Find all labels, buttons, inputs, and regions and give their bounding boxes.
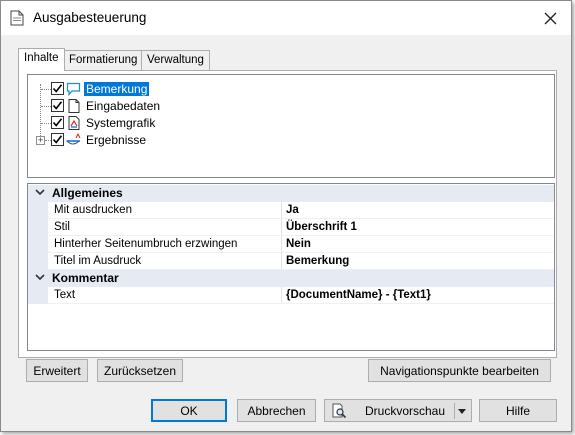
checkbox-bemerkung[interactable]	[51, 82, 64, 95]
tab-verwaltung[interactable]: Verwaltung	[141, 50, 210, 70]
checkmark-icon	[52, 135, 63, 144]
property-name: Titel im Ausdruck	[48, 253, 282, 270]
content-tree[interactable]: Bemerkung Eingabedaten Systemgrafik + Er…	[27, 74, 555, 178]
expand-ergebnisse-icon[interactable]: +	[36, 136, 45, 145]
checkbox-systemgrafik[interactable]	[51, 116, 64, 129]
output-control-dialog: Ausgabesteuerung Inhalte Formatierung Ve…	[0, 0, 572, 432]
category-kommentar[interactable]: Kommentar	[28, 270, 554, 287]
tree-item-label: Eingabedaten	[86, 98, 161, 113]
tree-item-label: Ergebnisse	[86, 132, 147, 147]
edit-navigation-points-button[interactable]: Navigationspunkte bearbeiten	[368, 359, 551, 382]
property-grid[interactable]: Allgemeines Mit ausdrucken Ja Stil Übers…	[27, 183, 555, 351]
property-value[interactable]: {DocumentName} - {Text1}	[282, 287, 554, 304]
property-value[interactable]: Ja	[282, 202, 554, 219]
property-row-stil[interactable]: Stil Überschrift 1	[28, 219, 554, 236]
property-row-seitenumbruch[interactable]: Hinterher Seitenumbruch erzwingen Nein	[28, 236, 554, 253]
tree-item-label: Systemgrafik	[86, 115, 156, 130]
property-row-mit-ausdrucken[interactable]: Mit ausdrucken Ja	[28, 202, 554, 219]
checkmark-icon	[52, 84, 63, 93]
property-value[interactable]: Nein	[282, 236, 554, 253]
magnifier-icon	[332, 403, 347, 418]
checkmark-icon	[52, 118, 63, 127]
property-name: Text	[48, 287, 282, 304]
category-label: Allgemeines	[52, 186, 123, 200]
advanced-button[interactable]: Erweitert	[26, 359, 88, 382]
tab-formatierung[interactable]: Formatierung	[63, 50, 144, 70]
row-gutter	[28, 202, 48, 219]
tree-item-ergebnisse[interactable]: Ergebnisse	[51, 131, 148, 148]
tree-item-systemgrafik[interactable]: Systemgrafik	[51, 114, 157, 131]
help-button[interactable]: Hilfe	[479, 399, 557, 422]
dropdown-arrow-icon[interactable]	[458, 409, 466, 415]
cancel-button[interactable]: Abbrechen	[237, 399, 316, 422]
graphic-icon	[68, 115, 80, 130]
category-allgemeines[interactable]: Allgemeines	[28, 185, 554, 202]
property-row-titel-im-ausdruck[interactable]: Titel im Ausdruck Bemerkung	[28, 253, 554, 270]
reset-button[interactable]: Zurücksetzen	[97, 359, 183, 382]
close-button[interactable]	[533, 5, 567, 31]
split-separator	[454, 403, 455, 419]
row-gutter	[28, 219, 48, 236]
row-gutter	[28, 236, 48, 253]
page-icon	[68, 98, 80, 113]
close-icon	[544, 12, 556, 24]
tree-line	[40, 84, 41, 140]
tree-item-eingabedaten[interactable]: Eingabedaten	[51, 97, 162, 114]
property-value[interactable]: Überschrift 1	[282, 219, 554, 236]
window-title: Ausgabesteuerung	[33, 10, 147, 25]
title-bar: Ausgabesteuerung	[1, 1, 571, 35]
tree-item-bemerkung[interactable]: Bemerkung	[51, 80, 150, 97]
document-icon	[10, 10, 24, 26]
category-label: Kommentar	[52, 271, 119, 285]
property-value[interactable]: Bemerkung	[282, 253, 554, 270]
checkbox-ergebnisse[interactable]	[51, 133, 64, 146]
checkbox-eingabedaten[interactable]	[51, 99, 64, 112]
results-icon	[66, 132, 81, 144]
tab-inhalte[interactable]: Inhalte	[18, 48, 65, 71]
property-name: Mit ausdrucken	[48, 202, 282, 219]
comment-icon	[66, 82, 81, 96]
property-name: Stil	[48, 219, 282, 236]
row-gutter	[28, 253, 48, 270]
ok-button[interactable]: OK	[151, 399, 227, 422]
tree-item-label: Bemerkung	[84, 81, 150, 96]
collapse-chevron-icon[interactable]	[34, 271, 46, 285]
property-row-text[interactable]: Text {DocumentName} - {Text1}	[28, 287, 554, 304]
print-preview-split-button[interactable]: Druckvorschau	[324, 399, 472, 422]
checkmark-icon	[52, 101, 63, 110]
print-preview-label: Druckvorschau	[365, 403, 446, 418]
collapse-chevron-icon[interactable]	[34, 186, 46, 200]
property-name: Hinterher Seitenumbruch erzwingen	[48, 236, 282, 253]
row-gutter	[28, 287, 48, 304]
